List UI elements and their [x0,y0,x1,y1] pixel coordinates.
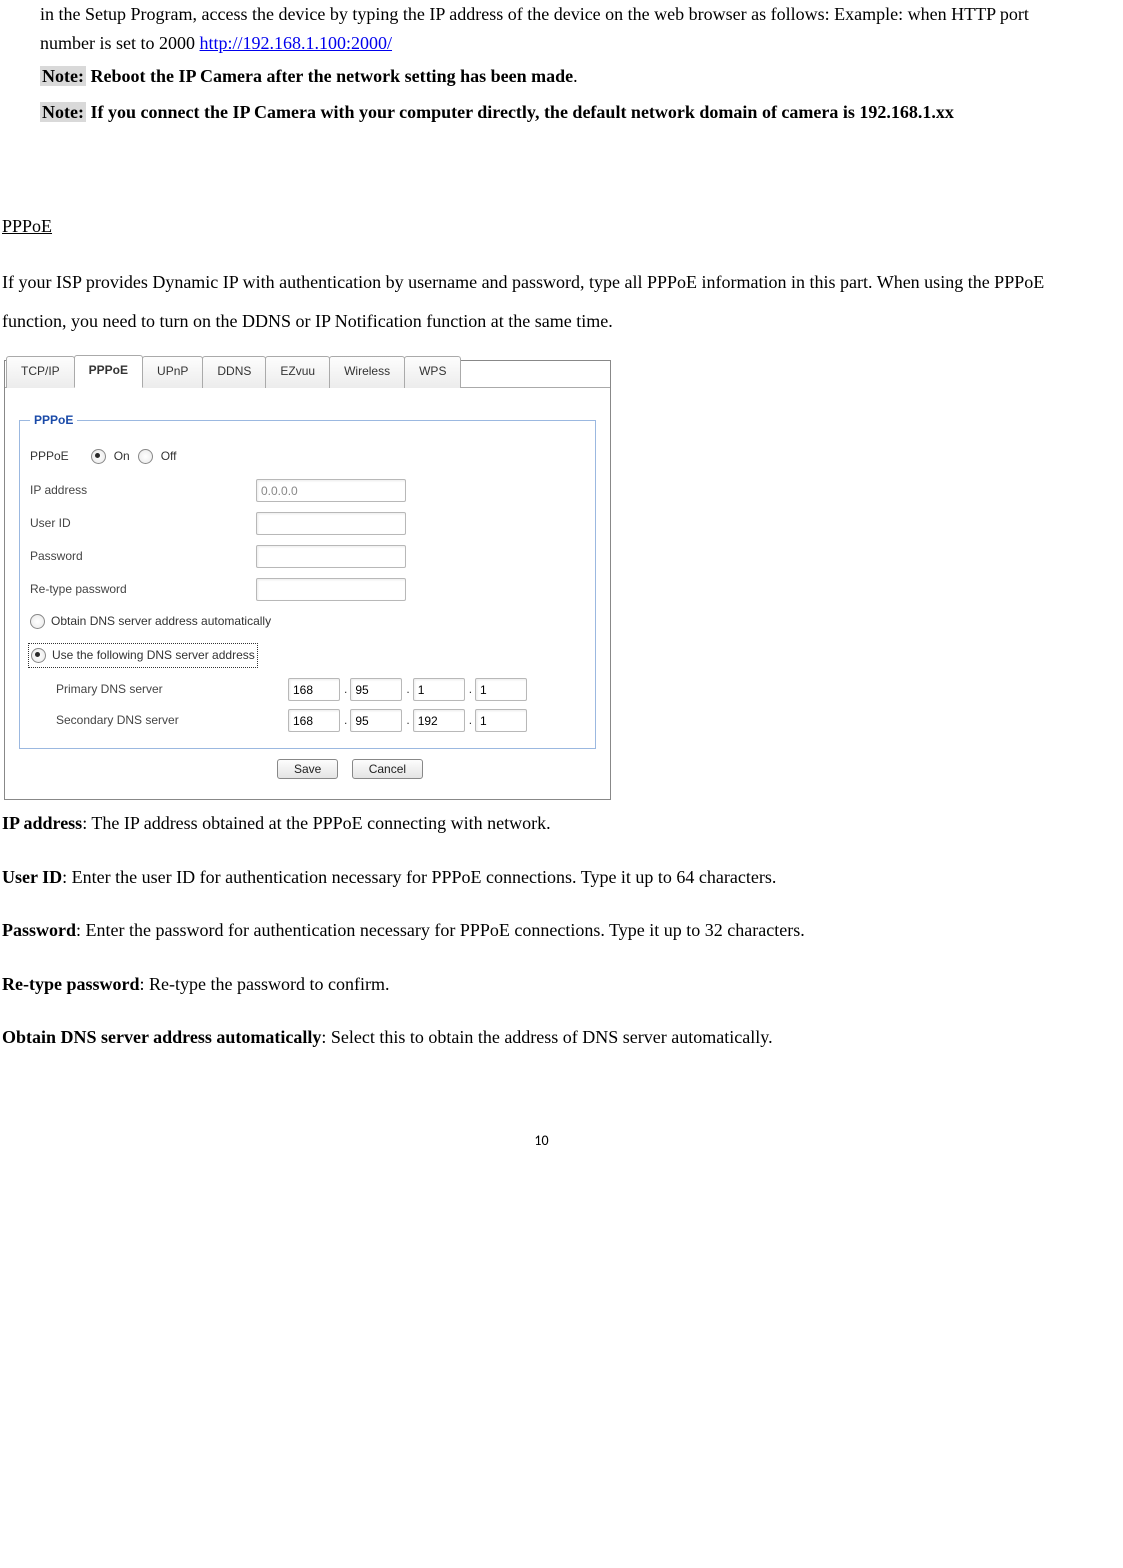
note1-label: Note: [40,66,86,86]
cancel-button[interactable]: Cancel [352,759,423,779]
dns-auto-label: Obtain DNS server address automatically [51,611,271,633]
password-input[interactable] [256,545,406,568]
tab-bar: TCP/IP PPPoE UPnP DDNS EZvuu Wireless WP… [5,361,610,388]
radio-off[interactable] [138,449,153,464]
lead-line: in the Setup Program, access the device … [40,4,1029,53]
fieldset-legend: PPPoE [30,410,77,432]
primary-dns-octet-1[interactable] [288,678,340,701]
tab-ezvuu[interactable]: EZvuu [265,356,330,388]
note2-text: If you connect the IP Camera with your c… [86,102,954,122]
def-retype: Re-type password: Re-type the password t… [2,965,1083,1005]
def-uid-body: : Enter the user ID for authentication n… [62,867,776,887]
save-button[interactable]: Save [277,759,338,779]
dns-manual-label: Use the following DNS server address [52,645,255,667]
tab-ddns[interactable]: DDNS [202,356,266,388]
primary-dns-octet-3[interactable] [413,678,465,701]
def-rpw-body: : Re-type the password to confirm. [140,974,390,994]
secondary-dns-octet-1[interactable] [288,709,340,732]
secondary-dns-label: Secondary DNS server [56,710,288,732]
def-dns-body: : Select this to obtain the address of D… [321,1027,772,1047]
tab-pppoe[interactable]: PPPoE [74,355,143,388]
radio-on[interactable] [91,449,106,464]
secondary-dns-octet-2[interactable] [350,709,402,732]
note-2: Note: If you connect the IP Camera with … [40,94,1083,130]
radio-dns-manual[interactable] [31,648,46,663]
def-dns-title: Obtain DNS server address automatically [2,1027,321,1047]
secondary-dns-octet-3[interactable] [413,709,465,732]
def-ip-title: IP address [2,813,82,833]
page-number: 10 [0,1128,1083,1153]
secondary-dns-octet-4[interactable] [475,709,527,732]
password-label: Password [30,546,256,568]
def-password: Password: Enter the password for authent… [2,911,1083,951]
retype-password-input[interactable] [256,578,406,601]
primary-dns-label: Primary DNS server [56,679,288,701]
primary-dns-octet-4[interactable] [475,678,527,701]
note1-text: Reboot the IP Camera after the network s… [86,66,573,86]
section-title-pppoe: PPPoE [2,210,1083,242]
tab-tcpip[interactable]: TCP/IP [6,356,75,388]
user-id-label: User ID [30,513,256,535]
tab-upnp[interactable]: UPnP [142,356,203,388]
note-1: Note: Reboot the IP Camera after the net… [40,62,1083,91]
ip-address-label: IP address [30,480,256,502]
user-id-input[interactable] [256,512,406,535]
note2-label: Note: [40,102,86,122]
lead-text: in the Setup Program, access the device … [40,0,1083,58]
on-label: On [114,446,130,468]
radio-dns-auto[interactable] [30,614,45,629]
def-dns-auto: Obtain DNS server address automatically:… [2,1018,1083,1058]
off-label: Off [161,446,177,468]
pppoe-toggle-label: PPPoE [30,446,69,468]
def-uid-title: User ID [2,867,62,887]
example-url-link[interactable]: http://192.168.1.100:2000/ [200,33,393,53]
def-pw-body: : Enter the password for authentication … [76,920,805,940]
settings-screenshot: TCP/IP PPPoE UPnP DDNS EZvuu Wireless WP… [4,360,611,800]
def-pw-title: Password [2,920,76,940]
def-userid: User ID: Enter the user ID for authentic… [2,858,1083,898]
primary-dns-octet-2[interactable] [350,678,402,701]
ip-address-input[interactable] [256,479,406,502]
retype-password-label: Re-type password [30,579,256,601]
tab-wps[interactable]: WPS [404,356,461,388]
def-rpw-title: Re-type password [2,974,140,994]
def-ip: IP address: The IP address obtained at t… [2,804,1083,844]
tab-wireless[interactable]: Wireless [329,356,405,388]
pppoe-fieldset: PPPoE PPPoE On Off IP address User ID [19,410,596,749]
def-ip-body: : The IP address obtained at the PPPoE c… [82,813,550,833]
pppoe-intro: If your ISP provides Dynamic IP with aut… [2,263,1083,342]
